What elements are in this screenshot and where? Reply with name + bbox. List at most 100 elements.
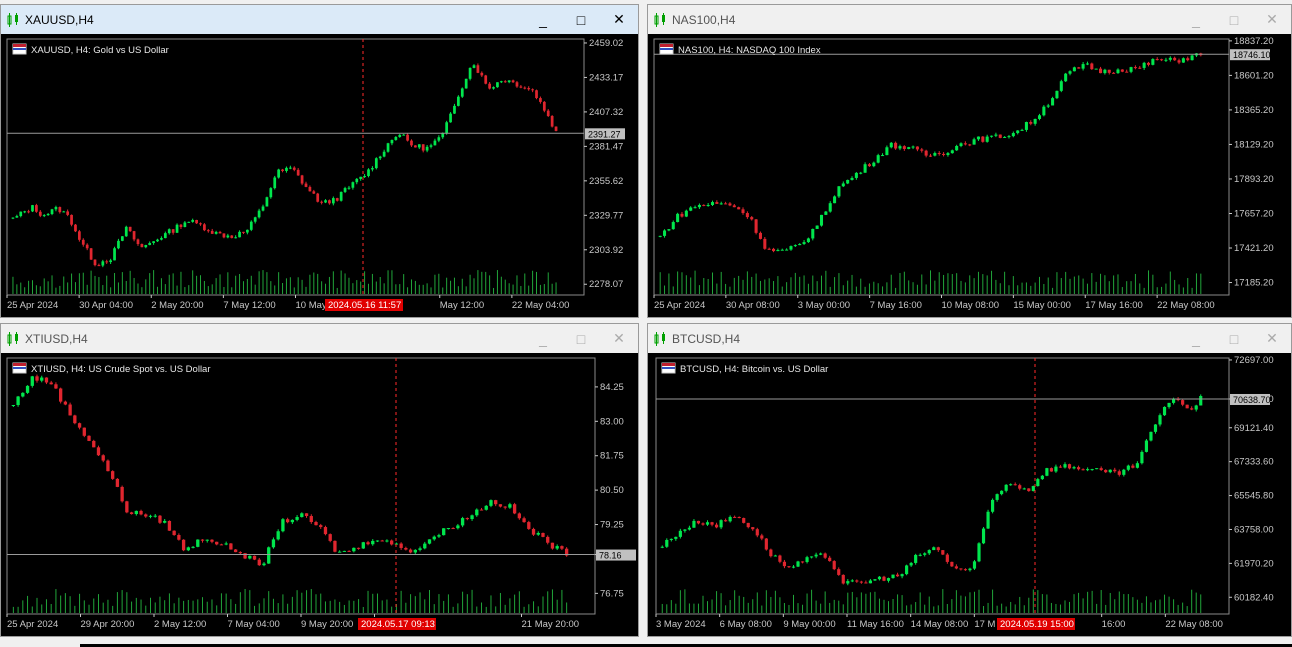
candle-body [972, 561, 977, 569]
close-button[interactable]: ✕ [600, 324, 638, 353]
candle-body [763, 238, 767, 249]
candle-body [464, 78, 468, 89]
candle-body [1164, 59, 1168, 61]
minimize-button[interactable]: _ [1177, 5, 1215, 34]
candle-body [1059, 81, 1063, 91]
candle-body [1135, 463, 1139, 468]
candle-body [889, 142, 893, 148]
minimize-button[interactable]: _ [524, 324, 562, 353]
candle-body [754, 219, 758, 233]
candle-body [40, 377, 44, 381]
time-tick-label: 14 May 08:00 [911, 619, 969, 630]
candle-body [689, 207, 693, 211]
candle-body [915, 146, 919, 150]
candle-body [1003, 136, 1007, 138]
window-titlebar[interactable]: XAUUSD,H4 _ □ ✕ [1, 5, 638, 34]
price-chart[interactable]: XAUUSD, H4: Gold vs US Dollar 2459.02 2433… [1, 34, 638, 317]
candle-body [1033, 118, 1037, 124]
candle-body [242, 231, 245, 233]
chart-label: NAS100, H4: NASDAQ 100 Index [678, 45, 821, 56]
price-chart[interactable]: XTIUSD, H4: US Crude Spot vs. US Dollar 8… [1, 353, 638, 636]
window-titlebar[interactable]: XTIUSD,H4 _ □ ✕ [1, 324, 638, 353]
candle-body [54, 207, 58, 210]
candle-body [995, 494, 999, 500]
candle-body [905, 565, 909, 575]
flag-icon [12, 43, 27, 55]
candle-body [406, 134, 409, 141]
candle-body [238, 552, 243, 554]
candle-body [918, 554, 922, 556]
candle-body [101, 455, 105, 461]
candle-body [42, 215, 46, 217]
candlestick-chart-svg[interactable]: NAS100, H4: NASDAQ 100 Index 18837.20 1860… [648, 34, 1291, 317]
candle-body [1126, 465, 1130, 470]
candle-body [665, 539, 669, 547]
price-chart[interactable]: BTCUSD, H4: Bitcoin vs. US Dollar 72697.0… [648, 353, 1291, 636]
candle-body [850, 580, 854, 582]
candle-body [1167, 402, 1171, 407]
price-tick-label: 76.75 [600, 588, 624, 599]
candle-body [134, 510, 138, 515]
chart-window-nas100[interactable]: NAS100,H4 _ □ ✕ NAS100, H4: NASDAQ 100 I… [647, 4, 1292, 318]
candle-body [394, 136, 398, 140]
price-tick-label: 18365.20 [1234, 105, 1274, 116]
candle-body [304, 183, 308, 187]
minimize-button[interactable]: _ [1177, 324, 1215, 353]
maximize-button[interactable]: □ [562, 324, 600, 353]
minimize-button[interactable]: _ [524, 5, 562, 34]
candle-body [1037, 115, 1042, 119]
candle-body [676, 213, 680, 223]
candle-body [1122, 469, 1126, 475]
close-button[interactable]: ✕ [1253, 5, 1291, 34]
candle-body [446, 528, 451, 530]
candle-body [38, 211, 42, 216]
chart-window-xauusd[interactable]: XAUUSD,H4 _ □ ✕ XAUUSD, H4: Gold vs US D… [0, 4, 639, 318]
candle-body [550, 542, 555, 549]
candle-body [937, 153, 941, 155]
price-chart[interactable]: NAS100, H4: NASDAQ 100 Index 18837.20 1860… [648, 34, 1291, 317]
candle-body [427, 539, 432, 544]
candle-body [323, 527, 328, 535]
candle-body [111, 471, 115, 479]
maximize-button[interactable]: □ [1215, 5, 1253, 34]
close-button[interactable]: ✕ [600, 5, 638, 34]
chart-window-xtiusd[interactable]: XTIUSD,H4 _ □ ✕ XTIUSD, H4: US Crude Spo… [0, 323, 639, 637]
maximize-button[interactable]: □ [562, 5, 600, 34]
candlestick-chart-svg[interactable]: BTCUSD, H4: Bitcoin vs. US Dollar 72697.0… [648, 353, 1291, 636]
candle-body [50, 209, 54, 215]
chart-window-btcusd[interactable]: BTCUSD,H4 _ □ ✕ BTCUSD, H4: Bitcoin vs. … [647, 323, 1292, 637]
candle-body [418, 548, 422, 550]
window-titlebar[interactable]: NAS100,H4 _ □ ✕ [648, 5, 1291, 34]
window-titlebar[interactable]: BTCUSD,H4 _ □ ✕ [648, 324, 1291, 353]
candle-body [421, 144, 425, 151]
candle-body [484, 75, 488, 84]
candle-body [267, 547, 271, 564]
candle-body [408, 549, 413, 553]
candle-body [1113, 469, 1117, 472]
price-tick-label: 17893.20 [1234, 174, 1274, 185]
maximize-button[interactable]: □ [1215, 324, 1253, 353]
candle-body [117, 240, 120, 249]
candle-body [206, 230, 210, 232]
candle-body [920, 149, 924, 151]
candlestick-chart-svg[interactable]: XTIUSD, H4: US Crude Spot vs. US Dollar 8… [1, 353, 638, 636]
candle-body [113, 248, 116, 261]
candle-body [97, 265, 101, 267]
close-button[interactable]: ✕ [1253, 324, 1291, 353]
candle-body [210, 230, 214, 234]
candle-body [519, 86, 523, 88]
candle-body [252, 555, 257, 560]
candle-body [702, 204, 706, 206]
candlestick-chart-svg[interactable]: XAUUSD, H4: Gold vs US Dollar 2459.02 2433… [1, 34, 638, 317]
candle-body [877, 576, 882, 580]
candle-body [678, 530, 682, 537]
candle-body [745, 213, 749, 218]
candle-body [423, 543, 427, 549]
candle-body [167, 229, 171, 234]
candle-body [106, 460, 110, 472]
candle-body [215, 541, 219, 545]
candle-body [253, 217, 257, 222]
candle-body [238, 231, 241, 238]
candle-body [152, 241, 155, 243]
candle-body [554, 126, 558, 131]
